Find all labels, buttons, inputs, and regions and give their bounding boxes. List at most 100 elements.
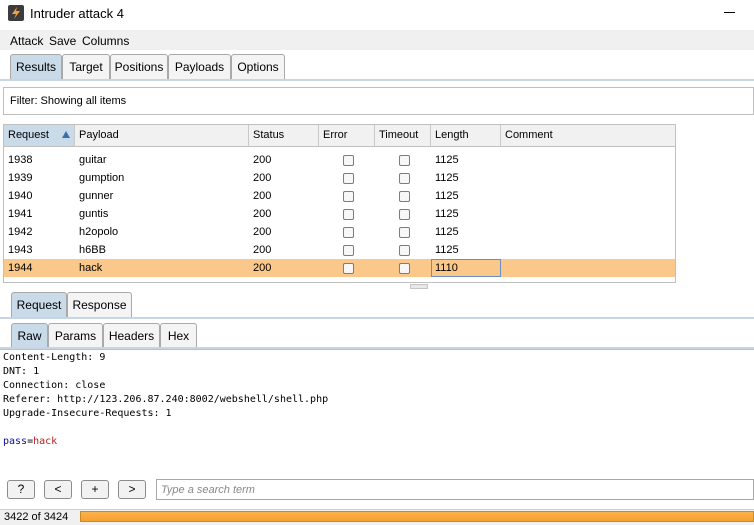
sort-ascending-icon [62,131,70,138]
title-bar: Intruder attack 4 [0,0,754,28]
tab-headers[interactable]: Headers [103,323,160,348]
col-timeout[interactable]: Timeout [375,125,431,146]
col-status[interactable]: Status [249,125,319,146]
editor-line: Connection: close [3,380,106,391]
tab-response[interactable]: Response [67,292,132,317]
add-button[interactable]: + [81,480,109,499]
tab-params[interactable]: Params [48,323,103,348]
cell-request: 1941 [8,208,33,220]
tab-target[interactable]: Target [62,54,110,79]
cell-payload: guntis [79,208,109,220]
search-input[interactable] [156,479,754,500]
cell-length: 1125 [435,190,459,202]
menu-bar: Attack Save Columns [0,30,754,50]
col-request[interactable]: Request [4,125,75,146]
timeout-checkbox[interactable] [399,227,410,238]
results-table[interactable]: Request Payload Status Error Timeout Len… [3,124,676,283]
cell-length: 1125 [435,172,459,184]
tab-payloads[interactable]: Payloads [168,54,231,79]
error-checkbox[interactable] [343,227,354,238]
tab-raw[interactable]: Raw [11,323,48,349]
editor-line: DNT: 1 [3,366,40,377]
progress-count: 3422 of 3424 [4,511,69,523]
menu-save[interactable]: Save [49,34,76,48]
cell-length: 1125 [435,208,459,220]
menu-attack[interactable]: Attack [10,34,43,48]
tab-hex[interactable]: Hex [160,323,197,348]
cell-request: 1939 [8,172,33,184]
cell-status: 200 [253,172,272,184]
timeout-checkbox[interactable] [399,173,410,184]
minimize-icon[interactable] [722,2,742,22]
help-button[interactable]: ? [7,480,35,499]
cell-payload: hack [79,262,103,274]
table-row[interactable]: 1940 gunner 200 1125 [4,187,675,205]
table-row[interactable]: 1942 h2opolo 200 1125 [4,223,675,241]
window-title: Intruder attack 4 [30,6,124,21]
table-row[interactable]: 1939 gumption 200 1125 [4,169,675,187]
timeout-checkbox[interactable] [399,263,410,274]
progress-fill [81,512,753,521]
cell-payload: gunner [79,190,114,202]
request-body: pass=hack [3,436,57,447]
editor-line: Upgrade-Insecure-Requests: 1 [3,408,172,419]
tab-divider [0,79,754,81]
editor-line: Referer: http://123.206.87.240:8002/webs… [3,394,329,405]
burp-logo-icon [8,5,24,21]
error-checkbox[interactable] [343,191,354,202]
tab-request[interactable]: Request [11,292,67,318]
table-row[interactable]: 1941 guntis 200 1125 [4,205,675,223]
timeout-checkbox[interactable] [399,191,410,202]
body-key: pass [3,436,28,447]
error-checkbox[interactable] [343,173,354,184]
cell-status: 200 [253,244,272,256]
menu-columns[interactable]: Columns [82,34,129,48]
cell-request: 1943 [8,244,33,256]
cell-status: 200 [253,262,272,274]
table-header: Request Payload Status Error Timeout Len… [4,125,675,147]
col-error[interactable]: Error [319,125,375,146]
cell-status: 200 [253,226,272,238]
col-length[interactable]: Length [431,125,501,146]
error-checkbox[interactable] [343,245,354,256]
col-payload[interactable]: Payload [75,125,249,146]
timeout-checkbox[interactable] [399,245,410,256]
cell-length: 1125 [435,154,459,166]
tab-positions[interactable]: Positions [110,54,168,79]
error-checkbox[interactable] [343,209,354,220]
cell-status: 200 [253,208,272,220]
next-button[interactable]: > [118,480,146,499]
table-row[interactable]: 1944 hack 200 1110 [4,259,675,277]
tab-options[interactable]: Options [231,54,285,79]
cell-length: 1125 [435,244,459,256]
pane-splitter[interactable] [410,284,428,289]
col-comment[interactable]: Comment [501,125,675,146]
cell-payload: h2opolo [79,226,119,238]
table-row[interactable]: 1938 guitar 200 1125 [4,151,675,169]
timeout-checkbox[interactable] [399,209,410,220]
cell-request: 1940 [8,190,33,202]
cell-payload: h6BB [79,244,106,256]
table-row[interactable]: 1943 h6BB 200 1125 [4,241,675,259]
previous-button[interactable]: < [44,480,72,499]
progress-bar [80,511,754,522]
col-request-label: Request [8,129,49,141]
cell-request: 1938 [8,154,33,166]
body-value: hack [33,436,58,447]
error-checkbox[interactable] [343,155,354,166]
filter-text: Filter: Showing all items [10,95,127,107]
tab-results[interactable]: Results [10,54,62,80]
cell-request: 1942 [8,226,33,238]
timeout-checkbox[interactable] [399,155,410,166]
detail-tab-divider [0,317,754,319]
cell-payload: guitar [79,154,107,166]
cell-status: 200 [253,154,272,166]
raw-request-editor[interactable]: Content-Length: 9 DNT: 1 Connection: clo… [0,349,754,476]
error-checkbox[interactable] [343,263,354,274]
focused-cell-outline [431,259,501,277]
cell-request: 1944 [8,262,33,274]
cell-status: 200 [253,190,272,202]
editor-line: Content-Length: 9 [3,352,106,363]
cell-length: 1125 [435,226,459,238]
filter-bar[interactable]: Filter: Showing all items [3,87,754,115]
